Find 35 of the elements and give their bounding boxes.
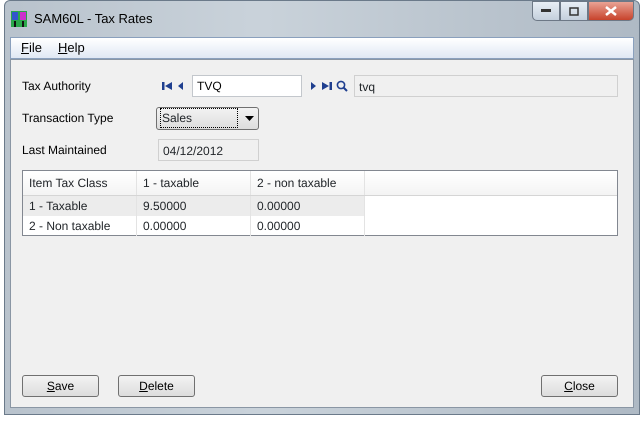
transaction-type-dropdown[interactable]: Sales: [156, 106, 259, 130]
minimize-icon: [541, 9, 551, 13]
menu-item[interactable]: Help: [52, 38, 91, 58]
column-header[interactable]: Item Tax Class: [23, 171, 137, 195]
first-record-icon[interactable]: [162, 81, 173, 91]
close-icon: [605, 6, 617, 16]
table-cell: 0.00000: [137, 216, 251, 236]
tax-authority-field[interactable]: TVQ: [192, 75, 302, 97]
table-cell: 2 - Non taxable: [23, 216, 137, 236]
maximize-button[interactable]: [560, 1, 588, 21]
description-field: tvq: [354, 75, 618, 97]
table-cell: 0.00000: [251, 216, 365, 236]
maximize-icon: [569, 6, 579, 16]
app-icon: [10, 10, 28, 28]
table-cell: 1 - Taxable: [23, 196, 137, 216]
action-button[interactable]: Save: [22, 375, 99, 397]
column-header[interactable]: 2 - non taxable: [251, 171, 365, 195]
table-cell: 9.50000: [137, 196, 251, 216]
last-maintained-field: 04/12/2012: [158, 139, 259, 161]
action-button[interactable]: Close: [541, 375, 618, 397]
previous-record-icon[interactable]: [177, 81, 184, 91]
field-label: Tax Authority: [22, 78, 92, 95]
column-header[interactable]: 1 - taxable: [137, 171, 251, 195]
minimize-button[interactable]: [532, 1, 560, 21]
menu-item[interactable]: File: [15, 38, 48, 58]
action-button[interactable]: Delete: [118, 375, 195, 397]
field-label: Last Maintained: [22, 142, 108, 159]
next-record-icon[interactable]: [310, 81, 317, 91]
search-icon[interactable]: [336, 80, 348, 92]
table-cell: 0.00000: [251, 196, 365, 216]
field-label: Transaction Type: [22, 110, 114, 127]
close-window-button[interactable]: [588, 1, 634, 21]
window-title: SAM60L - Tax Rates: [34, 10, 152, 28]
last-record-icon[interactable]: [321, 81, 332, 91]
caret-icon: [245, 116, 254, 120]
